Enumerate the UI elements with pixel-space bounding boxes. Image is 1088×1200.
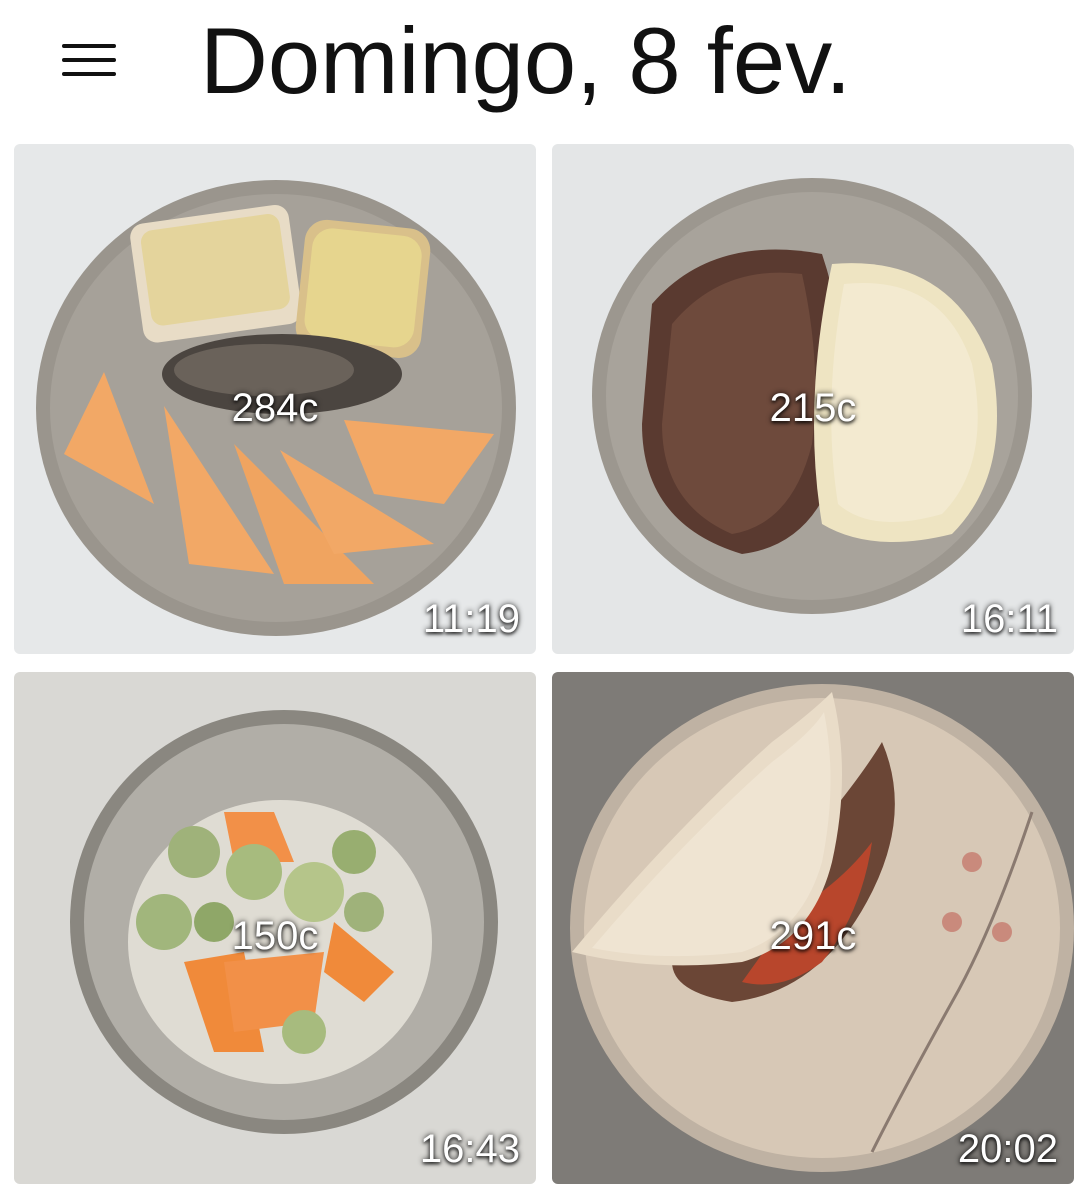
calories-label: 291c: [769, 914, 857, 958]
meal-time: 11:19: [422, 597, 520, 641]
calories-label: 150c: [231, 914, 319, 958]
meal-photo-tile[interactable]: 215c 16:11: [552, 144, 1074, 654]
calories-label: 215c: [769, 386, 857, 430]
meal-photo-tile[interactable]: 150c 16:43: [14, 672, 536, 1184]
app-header: Domingo, 8 fev.: [0, 0, 1088, 140]
calories-label: 284c: [231, 386, 319, 430]
meal-time: 20:02: [957, 1127, 1058, 1171]
meal-time: 16:43: [419, 1127, 520, 1171]
meal-time: 16:11: [960, 597, 1058, 641]
page-title: Domingo, 8 fev.: [200, 8, 852, 113]
hamburger-menu-icon[interactable]: [56, 38, 122, 82]
meal-photo-tile[interactable]: 284c 11:19: [14, 144, 536, 654]
meal-photo-tile[interactable]: 291c 20:02: [552, 672, 1074, 1184]
